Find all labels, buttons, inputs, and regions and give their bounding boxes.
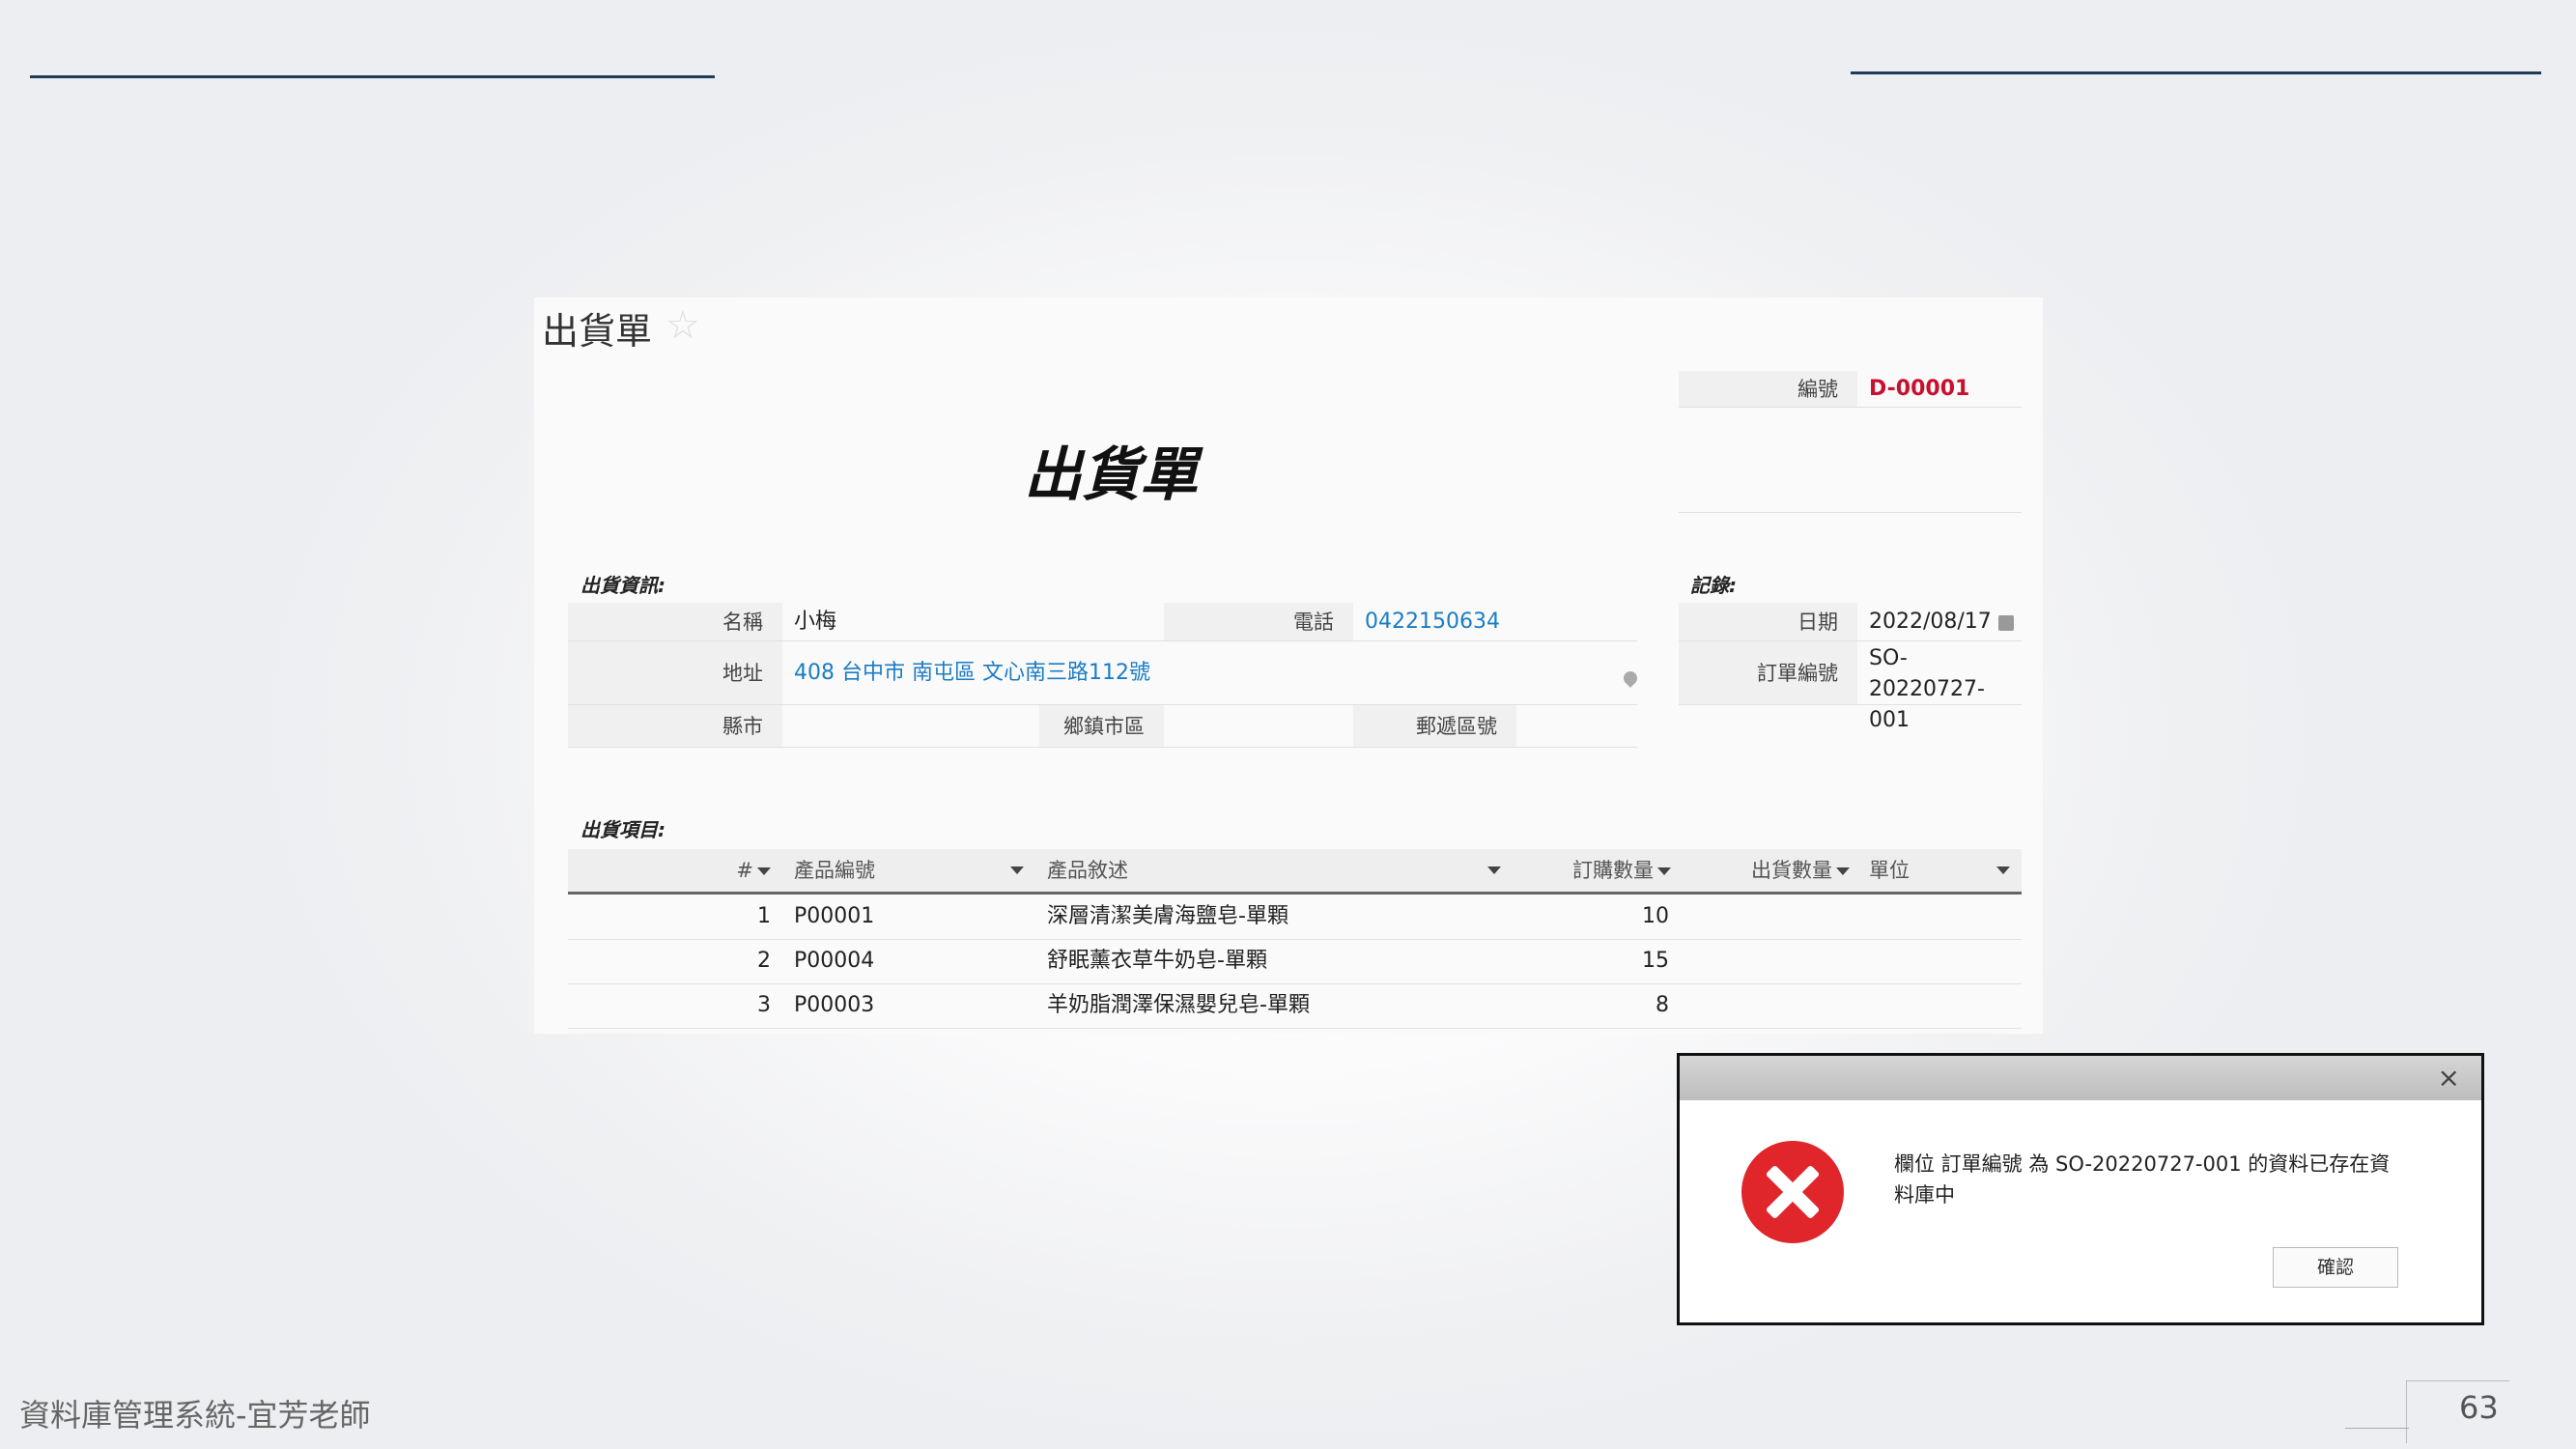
favorite-star-icon[interactable]: ☆: [665, 303, 700, 348]
column-header-description[interactable]: 產品敘述: [1035, 849, 1513, 892]
items-grid-header: # 產品編號 產品敘述 訂購數量 出貨數量 單位: [568, 849, 2022, 895]
county-label: 縣市: [568, 705, 782, 748]
date-field[interactable]: 2022/08/17: [1857, 603, 2022, 641]
order-number-label: 訂單編號: [1679, 641, 1857, 705]
town-label: 鄉鎮市區: [1039, 705, 1164, 748]
dialog-message: 欄位 訂單編號 為 SO-20220727-001 的資料已存在資料庫中: [1894, 1152, 2391, 1207]
product-code: P00003: [794, 993, 875, 1017]
order-qty: 8: [1656, 993, 1669, 1017]
table-row[interactable]: 1 P00001 深層清潔美膚海鹽皂-單顆 10: [568, 895, 2022, 940]
column-header-product-code[interactable]: 產品編號: [782, 849, 1035, 892]
number-label: 編號: [1679, 371, 1857, 408]
product-code: P00001: [794, 904, 875, 928]
dropdown-caret-icon: [1010, 867, 1024, 874]
town-field[interactable]: [1164, 705, 1353, 748]
shipped-qty[interactable]: [1679, 939, 1857, 983]
order-qty: 10: [1642, 904, 1669, 928]
order-number-field[interactable]: SO-20220727- 001: [1857, 643, 2022, 732]
top-rule-left: [30, 75, 715, 78]
date-label: 日期: [1679, 603, 1857, 641]
order-number-line2: 001: [1869, 708, 1910, 732]
number-value: D-00001: [1857, 371, 2022, 408]
row-number: 1: [757, 904, 771, 928]
shipment-form-screenshot: 出貨單 ☆ 編號 D-00001 出貨單 出貨資訊: 記錄: 名稱 小梅 電話 …: [534, 298, 2043, 1034]
items-heading: 出貨項目:: [580, 818, 665, 841]
address-label: 地址: [568, 641, 782, 705]
product-description: 舒眠薰衣草牛奶皂-單顆: [1047, 949, 1267, 973]
product-code: P00004: [794, 949, 875, 973]
page-number-rule: [2345, 1428, 2409, 1429]
shipped-qty[interactable]: [1679, 895, 1857, 939]
top-rule-right: [1851, 71, 2541, 74]
zip-label: 郵遞區號: [1353, 705, 1516, 748]
table-row[interactable]: 3 P00003 羊奶脂潤澤保濕嬰兒皂-單顆 8: [568, 983, 2022, 1029]
records-heading: 記錄:: [1690, 574, 1737, 597]
unit[interactable]: [1857, 983, 2022, 1028]
address-field[interactable]: 408 台中市 南屯區 文心南三路112號: [782, 641, 1637, 705]
unit[interactable]: [1857, 895, 2022, 939]
shipping-info-heading: 出貨資訊:: [580, 574, 665, 597]
order-qty: 15: [1642, 949, 1669, 973]
name-field[interactable]: 小梅: [782, 603, 1164, 641]
document-heading: 出貨單: [1024, 441, 1198, 509]
column-header-unit[interactable]: 單位: [1857, 849, 2022, 892]
dropdown-caret-icon: [1836, 867, 1850, 875]
order-number-line1: SO-20220727-: [1869, 646, 1985, 701]
error-icon: [1741, 1141, 1844, 1243]
product-description: 羊奶脂潤澤保濕嬰兒皂-單顆: [1047, 993, 1310, 1017]
phone-field[interactable]: 0422150634: [1353, 603, 1637, 641]
row-number: 2: [757, 949, 771, 973]
unit[interactable]: [1857, 939, 2022, 983]
table-row[interactable]: 2 P00004 舒眠薰衣草牛奶皂-單顆 15: [568, 939, 2022, 984]
confirm-button[interactable]: 確認: [2273, 1247, 2398, 1288]
dropdown-caret-icon: [1487, 867, 1501, 874]
record-divider: [1679, 512, 2022, 513]
shipped-qty[interactable]: [1679, 983, 1857, 1028]
calendar-icon[interactable]: [1998, 615, 2014, 631]
dropdown-caret-icon: [1657, 867, 1671, 875]
column-header-order-qty[interactable]: 訂購數量: [1513, 849, 1679, 892]
dialog-title-bar[interactable]: [1680, 1056, 2481, 1100]
county-field[interactable]: [782, 705, 1039, 748]
error-dialog: × 欄位 訂單編號 為 SO-20220727-001 的資料已存在資料庫中 確…: [1677, 1053, 2484, 1325]
course-footer: 資料庫管理系統-宜芳老師: [19, 1397, 371, 1434]
sort-caret-icon: [757, 867, 771, 875]
phone-label: 電話: [1164, 603, 1353, 641]
dropdown-caret-icon: [1996, 867, 2010, 874]
column-header-number[interactable]: #: [568, 849, 782, 892]
column-header-shipped-qty[interactable]: 出貨數量: [1679, 849, 1857, 892]
product-description: 深層清潔美膚海鹽皂-單顆: [1047, 904, 1288, 928]
close-icon[interactable]: ×: [2438, 1062, 2460, 1094]
page-number: 63: [2459, 1389, 2499, 1426]
zip-field[interactable]: [1516, 705, 1637, 748]
row-number: 3: [757, 993, 771, 1017]
name-label: 名稱: [568, 603, 782, 641]
form-title: 出貨單: [542, 310, 653, 353]
